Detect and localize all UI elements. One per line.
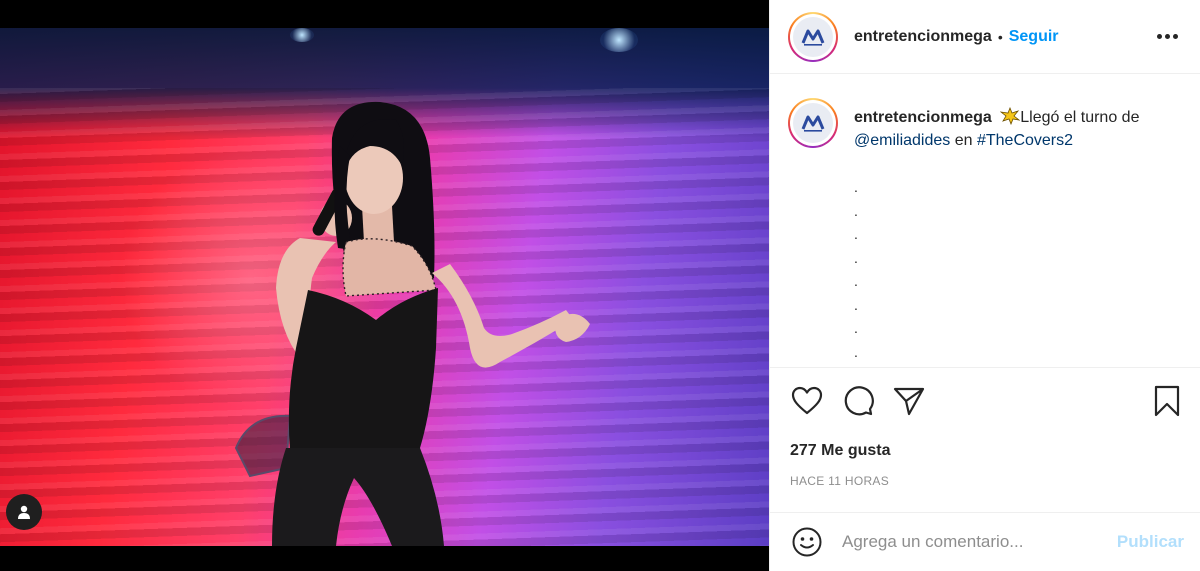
caption-text-2: en	[950, 132, 977, 149]
action-bar	[770, 368, 1200, 434]
actions-block: 277 Me gusta HACE 11 HORAS	[770, 367, 1200, 488]
caption-username[interactable]: entretencionmega	[854, 109, 992, 126]
likes-count[interactable]: 277 Me gusta	[770, 434, 1200, 460]
caption-dots: . . . . . . . .	[854, 179, 858, 360]
avatar[interactable]	[788, 11, 838, 62]
header-separator: •	[997, 28, 1003, 45]
more-options-icon[interactable]	[1151, 28, 1184, 45]
star-burst-icon	[999, 106, 1021, 126]
user-tag-icon	[18, 505, 30, 519]
share-icon[interactable]	[892, 384, 926, 418]
comment-icon[interactable]	[841, 384, 875, 418]
bookmark-icon[interactable]	[1150, 384, 1184, 418]
instagram-post: entretencionmega • Seguir entretencionme…	[0, 0, 1200, 571]
caption-mention-link[interactable]: @emiliadides	[854, 132, 950, 149]
post-photo[interactable]	[0, 28, 769, 546]
publish-button[interactable]: Publicar	[1117, 532, 1184, 552]
comment-input[interactable]	[842, 532, 1117, 552]
caption-area: entretencionmega Llegó el turno de @emil…	[770, 74, 1200, 366]
smiley-icon[interactable]	[790, 525, 824, 559]
post-header: entretencionmega • Seguir	[770, 0, 1200, 74]
heart-icon[interactable]	[790, 384, 824, 418]
caption-text-1: Llegó el turno de	[1020, 109, 1140, 126]
user-tag-button[interactable]	[6, 494, 42, 530]
post-media	[0, 0, 769, 571]
caption-hashtag-link[interactable]: #TheCovers2	[977, 132, 1073, 149]
caption-avatar[interactable]	[788, 98, 838, 148]
follow-button[interactable]: Seguir	[1009, 28, 1059, 46]
post-timestamp[interactable]: HACE 11 HORAS	[770, 460, 1200, 488]
header-username[interactable]: entretencionmega	[854, 28, 992, 46]
post-sidebar: entretencionmega • Seguir entretencionme…	[769, 0, 1200, 571]
caption-text: entretencionmega Llegó el turno de @emil…	[854, 98, 1139, 366]
singer-figure	[234, 101, 590, 546]
mega-logo-icon	[793, 16, 833, 57]
comment-bar: Publicar	[770, 512, 1200, 571]
mega-logo-icon	[793, 103, 833, 143]
